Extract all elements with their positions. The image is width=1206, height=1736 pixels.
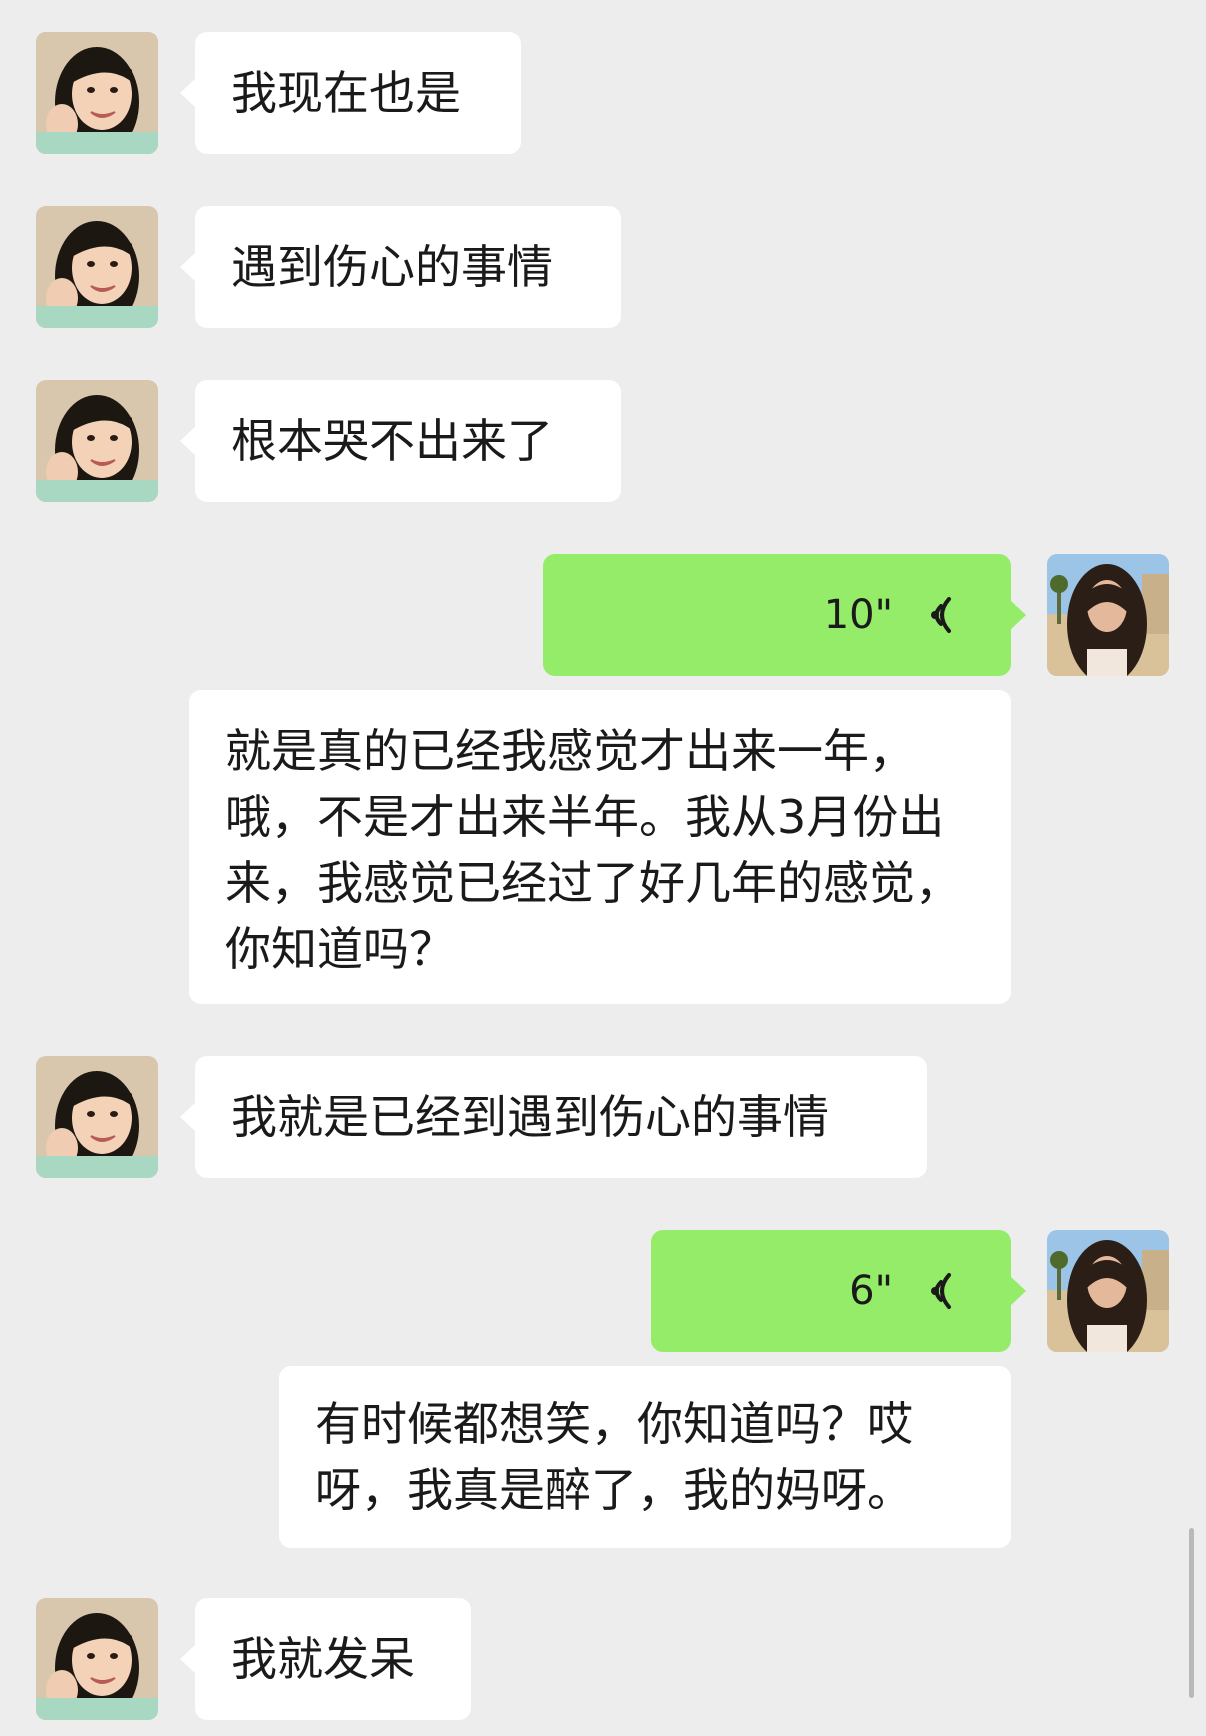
voice-transcript-bubble[interactable]: 就是真的已经我感觉才出来一年，哦，不是才出来半年。我从3月份出来，我感觉已经过了… xyxy=(189,690,1011,1004)
voice-transcript-text: 有时候都想笑，你知道吗？哎呀，我真是醉了，我的妈呀。 xyxy=(315,1397,913,1517)
message-text: 根本哭不出来了 xyxy=(231,414,553,468)
message-text: 遇到伤心的事情 xyxy=(231,240,553,294)
message-bubble[interactable]: 遇到伤心的事情 xyxy=(180,206,621,328)
message-bubble[interactable]: 根本哭不出来了 xyxy=(180,380,621,502)
contact-avatar[interactable] xyxy=(36,206,158,328)
chat-message-list[interactable]: 我现在也是 遇到伤心的事情 根本哭不出来了 10" 就是真的已经我感觉才出来一年… xyxy=(0,0,1206,1736)
voice-wave-icon xyxy=(931,1273,951,1309)
contact-avatar[interactable] xyxy=(36,1056,158,1178)
message-bubble[interactable]: 我就是已经到遇到伤心的事情 xyxy=(180,1056,927,1178)
self-avatar[interactable] xyxy=(1047,1230,1169,1352)
contact-avatar[interactable] xyxy=(36,1598,158,1720)
message-text: 我就是已经到遇到伤心的事情 xyxy=(231,1090,829,1144)
message-bubble[interactable]: 我就发呆 xyxy=(180,1598,471,1720)
scrollbar[interactable] xyxy=(1189,1528,1194,1698)
voice-wave-icon xyxy=(931,597,951,633)
voice-transcript-bubble[interactable]: 有时候都想笑，你知道吗？哎呀，我真是醉了，我的妈呀。 xyxy=(279,1366,1011,1548)
self-avatar[interactable] xyxy=(1047,554,1169,676)
voice-message-bubble[interactable]: 10" xyxy=(543,554,1026,676)
voice-message-bubble[interactable]: 6" xyxy=(651,1230,1026,1352)
message-text: 我就发呆 xyxy=(231,1632,415,1686)
voice-duration: 10" xyxy=(823,592,893,638)
voice-duration: 6" xyxy=(849,1268,893,1314)
message-text: 我现在也是 xyxy=(231,66,461,120)
voice-transcript-text: 就是真的已经我感觉才出来一年，哦，不是才出来半年。我从3月份出来，我感觉已经过了… xyxy=(225,724,961,976)
contact-avatar[interactable] xyxy=(36,380,158,502)
message-bubble[interactable]: 我现在也是 xyxy=(180,32,521,154)
contact-avatar[interactable] xyxy=(36,32,158,154)
